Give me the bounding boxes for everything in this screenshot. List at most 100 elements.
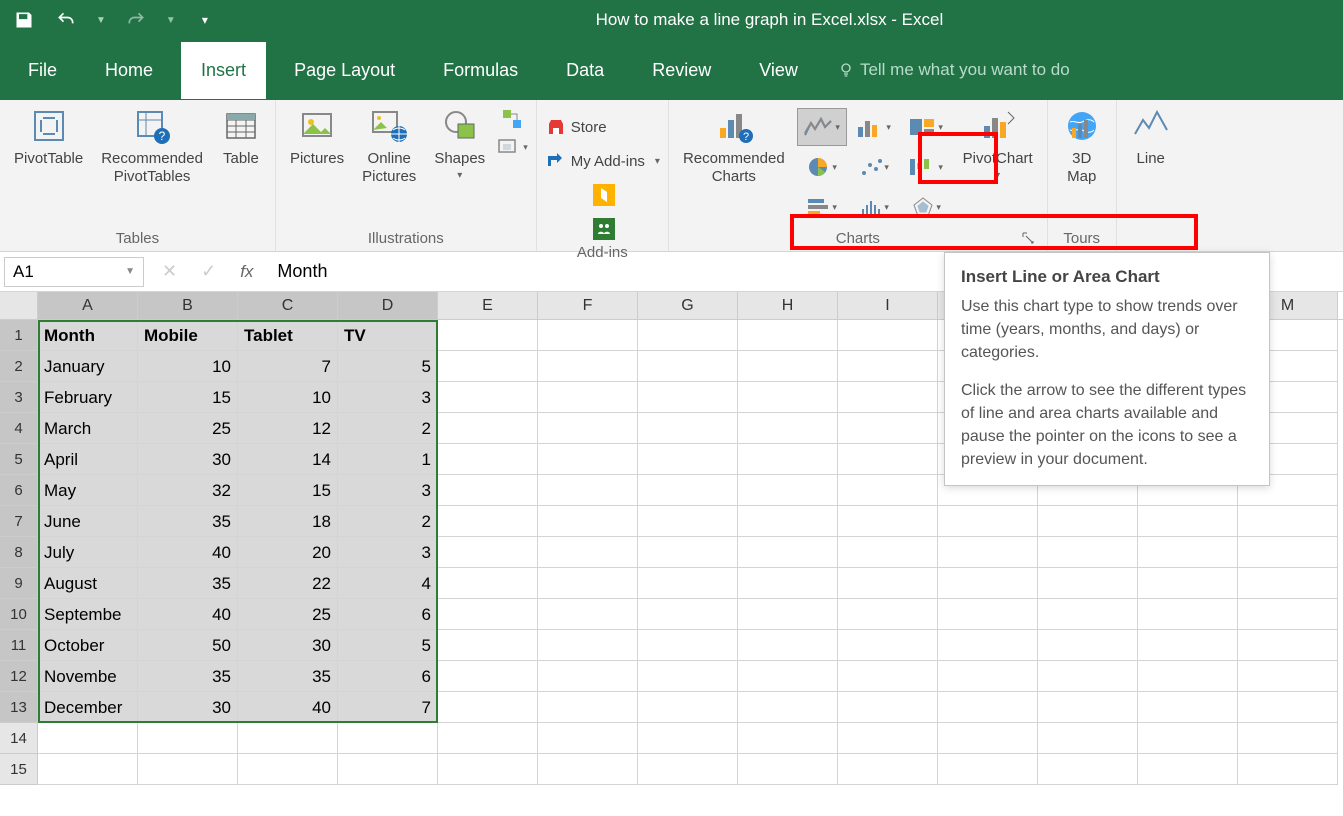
cell[interactable]: February (38, 382, 138, 413)
cell[interactable] (538, 351, 638, 382)
cell[interactable] (538, 382, 638, 413)
tab-data[interactable]: Data (546, 42, 624, 99)
tell-me-input[interactable]: Tell me what you want to do (838, 60, 1070, 80)
cell[interactable] (838, 444, 938, 475)
row-header[interactable]: 2 (0, 351, 38, 382)
row-header[interactable]: 15 (0, 754, 38, 785)
cell[interactable]: August (38, 568, 138, 599)
cell[interactable]: 12 (238, 413, 338, 444)
column-header[interactable]: A (38, 292, 138, 319)
cell[interactable] (1238, 630, 1338, 661)
cell[interactable]: 25 (238, 599, 338, 630)
enter-formula-icon[interactable]: ✓ (201, 261, 216, 282)
cell[interactable]: 4 (338, 568, 438, 599)
cell[interactable]: May (38, 475, 138, 506)
shapes-button[interactable]: Shapes ▾ (428, 104, 491, 184)
cell[interactable] (738, 754, 838, 785)
cell[interactable] (1038, 537, 1138, 568)
online-pictures-button[interactable]: Online Pictures (356, 104, 422, 188)
cell[interactable] (838, 382, 938, 413)
row-header[interactable]: 11 (0, 630, 38, 661)
cell[interactable] (1138, 692, 1238, 723)
cell[interactable] (1238, 568, 1338, 599)
cell[interactable]: TV (338, 320, 438, 351)
cell[interactable] (838, 475, 938, 506)
select-all-corner[interactable] (0, 292, 38, 319)
cell[interactable] (1238, 599, 1338, 630)
recommended-pivottables-button[interactable]: ? Recommended PivotTables (95, 104, 209, 188)
cell[interactable] (538, 599, 638, 630)
cell[interactable] (538, 444, 638, 475)
cell[interactable] (1138, 661, 1238, 692)
pie-chart-button[interactable]: ▾ (797, 148, 847, 186)
cell[interactable] (638, 382, 738, 413)
cell[interactable]: 7 (338, 692, 438, 723)
cell[interactable] (738, 444, 838, 475)
cell[interactable] (638, 630, 738, 661)
cell[interactable]: Tablet (238, 320, 338, 351)
smartart-button[interactable] (501, 108, 523, 130)
redo-icon[interactable] (124, 8, 148, 32)
cell[interactable]: 35 (138, 506, 238, 537)
cell[interactable] (938, 506, 1038, 537)
cell[interactable] (838, 351, 938, 382)
cell[interactable]: 40 (138, 537, 238, 568)
cell[interactable]: October (38, 630, 138, 661)
cell[interactable]: 3 (338, 475, 438, 506)
cell[interactable] (1238, 506, 1338, 537)
cell[interactable] (338, 754, 438, 785)
cell[interactable]: 35 (138, 568, 238, 599)
redo-dropdown-icon[interactable]: ▼ (166, 15, 176, 26)
tab-page-layout[interactable]: Page Layout (274, 42, 415, 99)
row-header[interactable]: 1 (0, 320, 38, 351)
cell[interactable]: June (38, 506, 138, 537)
tab-formulas[interactable]: Formulas (423, 42, 538, 99)
cell[interactable] (938, 661, 1038, 692)
row-header[interactable]: 14 (0, 723, 38, 754)
cell[interactable]: 35 (138, 661, 238, 692)
scatter-chart-button[interactable]: ▾ (849, 148, 899, 186)
cell[interactable] (938, 692, 1038, 723)
column-chart-button[interactable]: ▾ (849, 108, 899, 146)
cell[interactable] (638, 320, 738, 351)
column-header[interactable]: H (738, 292, 838, 319)
cell[interactable] (638, 661, 738, 692)
cell[interactable] (538, 723, 638, 754)
cell[interactable]: Month (38, 320, 138, 351)
cell[interactable] (538, 537, 638, 568)
cell[interactable] (638, 692, 738, 723)
cell[interactable] (638, 568, 738, 599)
cancel-formula-icon[interactable]: ✕ (162, 261, 177, 282)
cell[interactable] (838, 630, 938, 661)
row-header[interactable]: 7 (0, 506, 38, 537)
cell[interactable]: 10 (138, 351, 238, 382)
store-button[interactable]: Store (545, 116, 607, 138)
cell[interactable] (238, 754, 338, 785)
radar-chart-button[interactable]: ▾ (901, 188, 951, 226)
recommended-charts-button[interactable]: ? Recommended Charts (677, 104, 791, 188)
cell[interactable]: 2 (338, 506, 438, 537)
cell[interactable]: July (38, 537, 138, 568)
cell[interactable]: April (38, 444, 138, 475)
cell[interactable]: 40 (238, 692, 338, 723)
cell[interactable] (638, 599, 738, 630)
table-button[interactable]: Table (215, 104, 267, 170)
cell[interactable] (338, 723, 438, 754)
cell[interactable] (1138, 568, 1238, 599)
cell[interactable]: 6 (338, 599, 438, 630)
cell[interactable] (1238, 661, 1338, 692)
cell[interactable] (38, 723, 138, 754)
cell[interactable] (438, 351, 538, 382)
cell[interactable] (138, 723, 238, 754)
cell[interactable]: 7 (238, 351, 338, 382)
save-icon[interactable] (12, 8, 36, 32)
row-header[interactable]: 9 (0, 568, 38, 599)
cell[interactable] (738, 506, 838, 537)
bar-chart-button[interactable]: ▾ (797, 188, 847, 226)
cell[interactable] (538, 754, 638, 785)
name-box[interactable]: A1 ▼ (4, 257, 144, 287)
cell[interactable] (1038, 599, 1138, 630)
cell[interactable] (938, 630, 1038, 661)
cell[interactable]: December (38, 692, 138, 723)
cell[interactable] (438, 413, 538, 444)
